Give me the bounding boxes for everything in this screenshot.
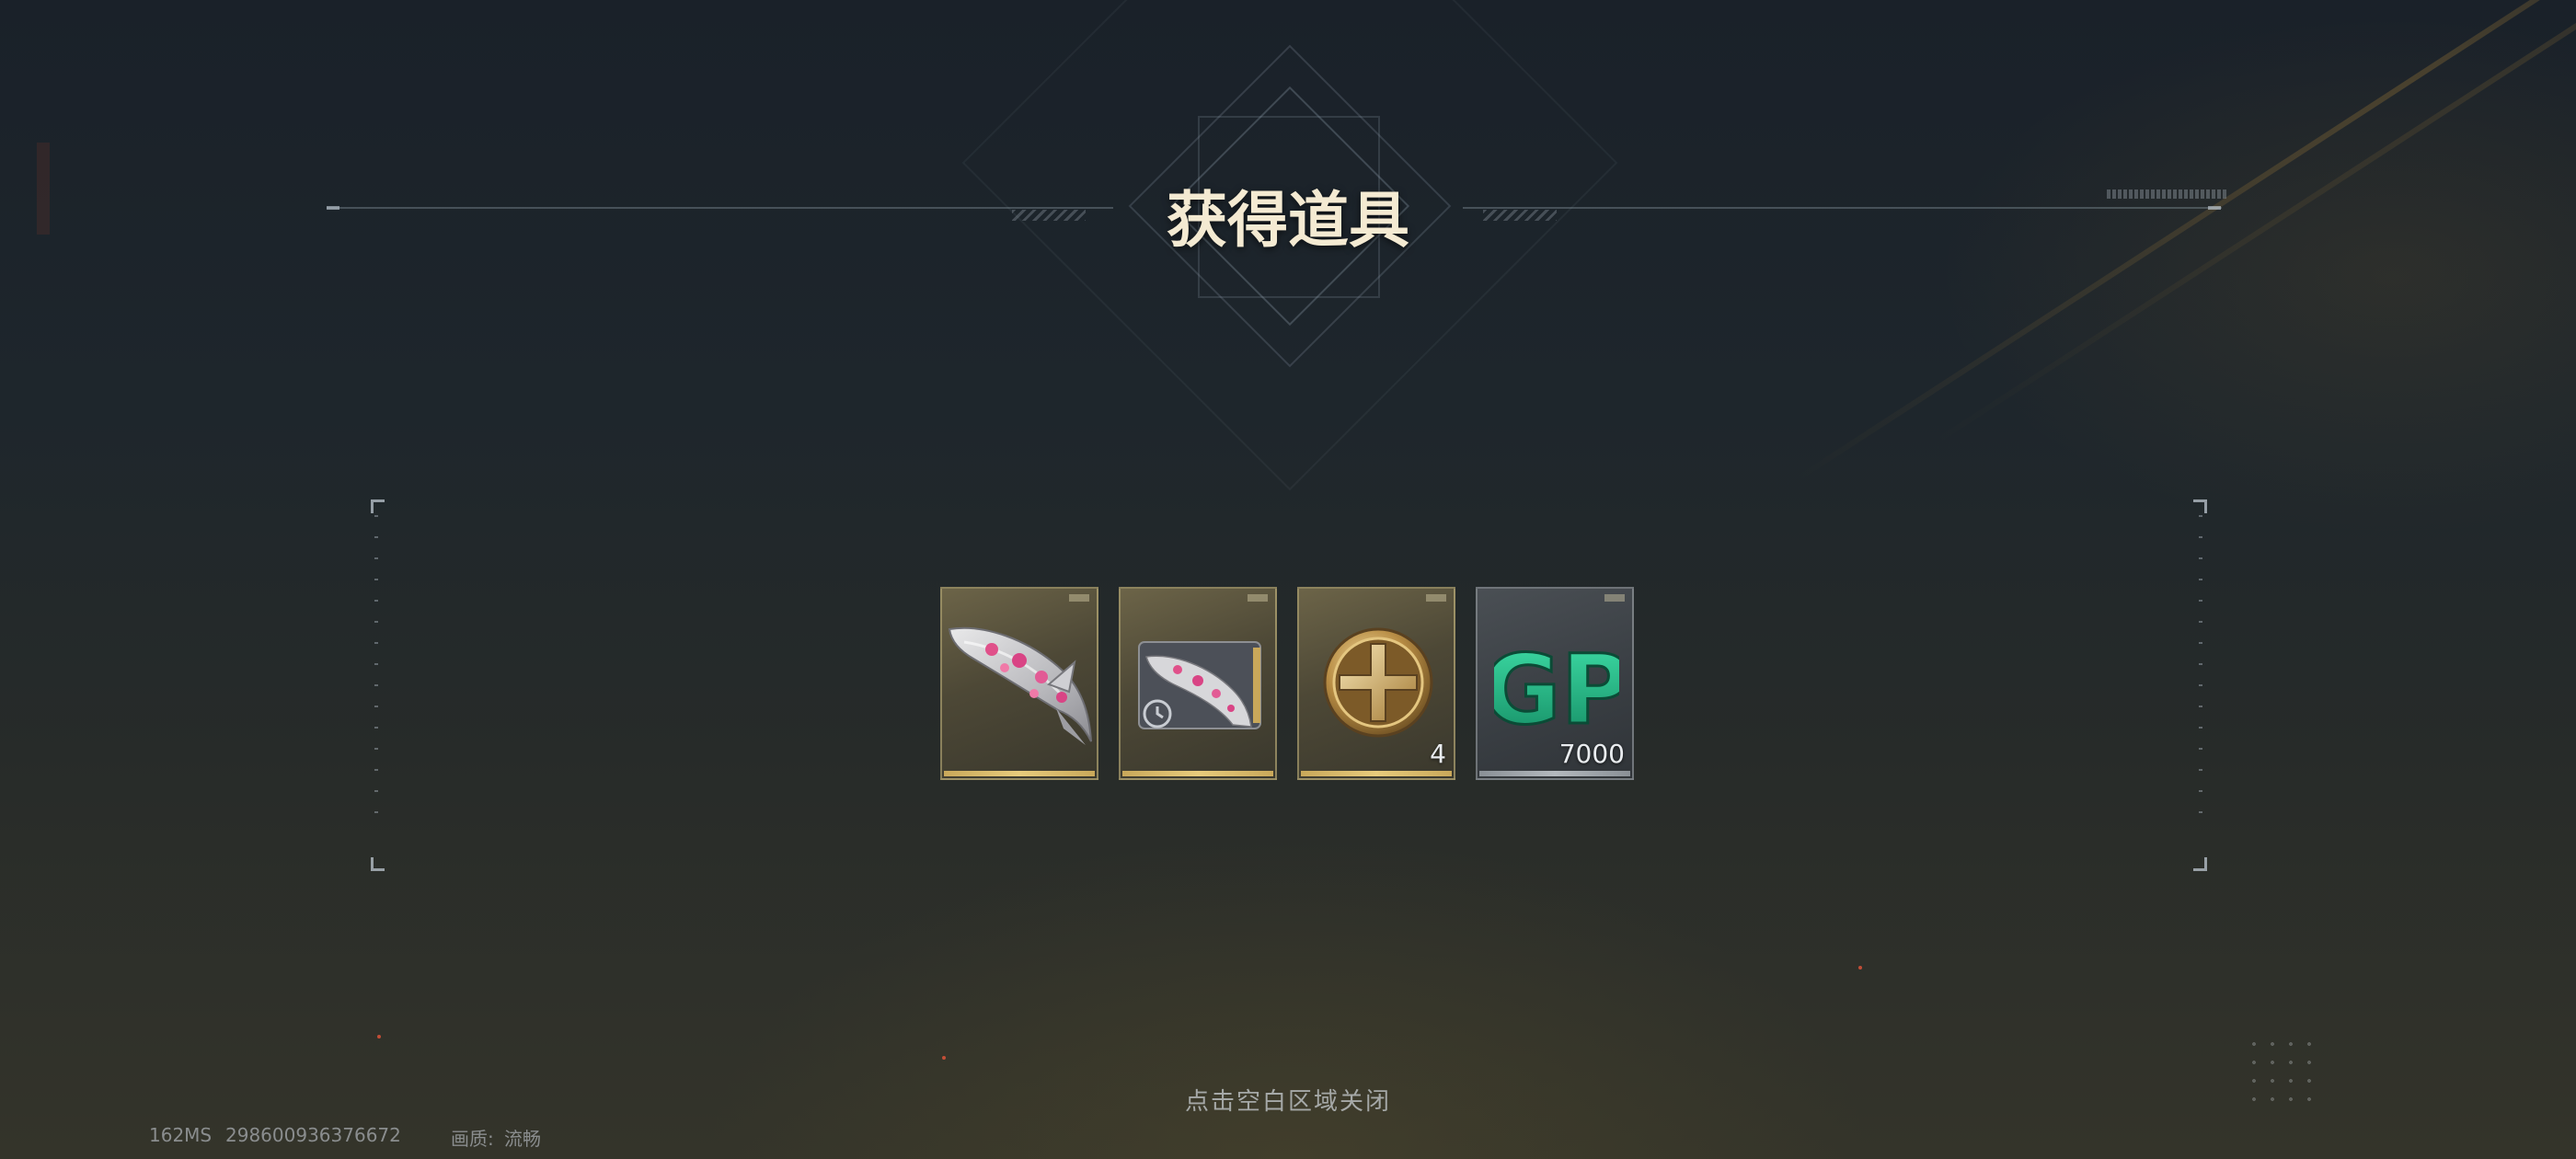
blade-weapon-icon xyxy=(948,626,1092,745)
reward-item-list: 4 GP 7000 xyxy=(940,587,1636,782)
decor-dot-grid xyxy=(2245,1035,2318,1108)
item-quantity: 7000 xyxy=(1558,739,1625,769)
reward-overlay[interactable]: 获得道具 4 7000 点击空白区域关闭 162MS 2986009363766… xyxy=(0,0,2576,1159)
gp-label: GP xyxy=(1494,635,1619,736)
bracket-ticks-left xyxy=(374,515,378,828)
background-banner-mark xyxy=(37,143,50,235)
rarity-bar xyxy=(1479,771,1630,776)
item-quantity: 4 xyxy=(1430,739,1446,769)
header-chevrons-right xyxy=(1483,210,1557,221)
item-rarity-tag xyxy=(1069,594,1089,602)
gp-currency-icon: GP xyxy=(1494,635,1619,736)
bracket-bottom-left xyxy=(371,857,385,871)
dialog-title: 获得道具 xyxy=(1167,184,1409,256)
bracket-ticks-right xyxy=(2199,515,2202,828)
item-rarity-tag xyxy=(1248,594,1268,602)
rarity-bar xyxy=(944,771,1095,776)
header-chevrons-left xyxy=(1012,210,1086,221)
ping-readout: 162MS xyxy=(149,1124,213,1146)
rarity-bar xyxy=(1122,771,1273,776)
trial-card-icon xyxy=(1138,641,1261,729)
header-line-cap-right xyxy=(2208,206,2221,210)
bracket-bottom-right xyxy=(2193,857,2207,871)
reward-item-trial-card[interactable] xyxy=(1119,587,1277,780)
cross-coin-icon xyxy=(1323,627,1433,738)
reward-item-gp[interactable]: GP 7000 xyxy=(1476,587,1634,780)
player-uid: 298600936376672 xyxy=(225,1124,401,1146)
ember-spark xyxy=(942,1056,946,1060)
header-line-right xyxy=(1463,207,2222,209)
reward-item-weapon[interactable] xyxy=(940,587,1098,780)
rarity-bar xyxy=(1301,771,1452,776)
item-rarity-tag xyxy=(1426,594,1446,602)
ember-spark xyxy=(1858,966,1862,970)
close-hint[interactable]: 点击空白区域关闭 xyxy=(1012,1083,1564,1117)
header-line-cap-left xyxy=(327,206,339,210)
item-rarity-tag xyxy=(1604,594,1625,602)
bracket-top-left xyxy=(371,499,385,513)
bracket-top-right xyxy=(2193,499,2207,513)
header-line-left xyxy=(327,207,1113,209)
reward-item-coin[interactable]: 4 xyxy=(1297,587,1455,780)
quality-label: 画质: xyxy=(451,1128,494,1150)
header-decor-text xyxy=(2107,189,2226,199)
quality-value: 流畅 xyxy=(504,1128,541,1150)
ember-spark xyxy=(377,1035,381,1039)
